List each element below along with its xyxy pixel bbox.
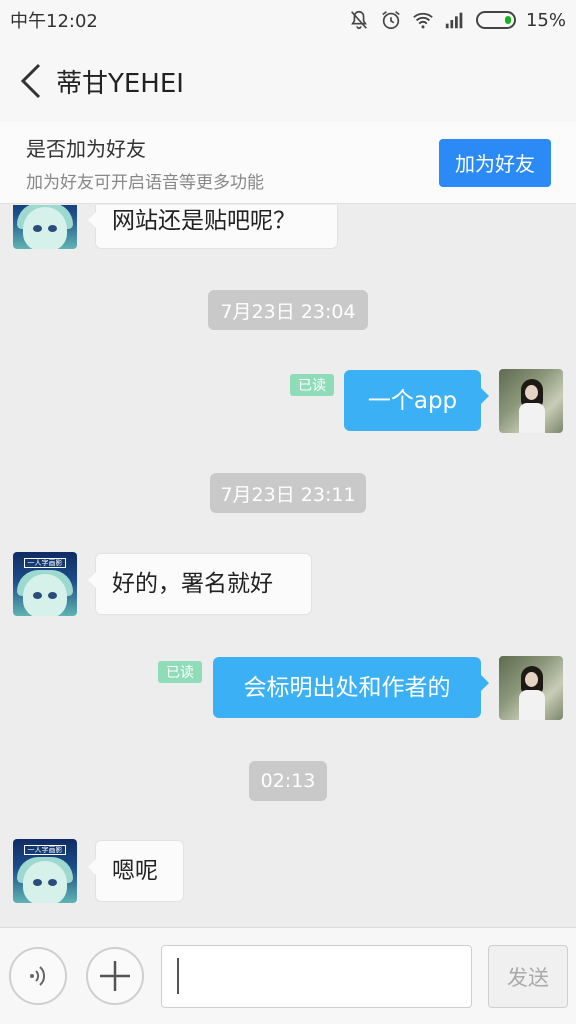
status-bar: 中午12:02 15%: [0, 0, 576, 40]
add-friend-button[interactable]: 加为好友: [439, 138, 551, 187]
wifi-icon: [413, 12, 433, 29]
message-bubble-incoming[interactable]: 好的，署名就好: [88, 553, 312, 615]
status-time: 中午12:02: [10, 11, 98, 32]
read-badge: 已读: [290, 374, 334, 396]
contact-avatar[interactable]: 一人字画影: [13, 552, 77, 616]
banner-title: 是否加为好友: [26, 136, 146, 161]
status-icons: 15%: [348, 9, 566, 31]
back-button[interactable]: [6, 40, 56, 122]
contact-avatar[interactable]: [13, 205, 77, 249]
voice-icon: [30, 966, 46, 986]
banner-text: 是否加为好友 加为好友可开启语音等更多功能: [26, 133, 264, 193]
banner-subtitle: 加为好友可开启语音等更多功能: [26, 172, 264, 193]
message-bubble-outgoing[interactable]: 会标明出处和作者的: [213, 657, 489, 718]
chat-title: 蒂甘YEHEI: [56, 68, 184, 99]
battery-icon: [475, 11, 516, 29]
alarm-icon: [382, 11, 400, 30]
message-bubble-incoming[interactable]: 网站还是贴吧呢？: [88, 205, 338, 249]
message-timestamp: 02:13: [249, 761, 327, 801]
message-timestamp: 7月23日 23:04: [208, 290, 368, 330]
chat-area[interactable]: 网站还是贴吧呢？ 7月23日 23:04 已读 一个app 7月23日 23:1…: [0, 205, 576, 927]
input-bar: 发送: [0, 927, 576, 1024]
my-avatar[interactable]: [499, 656, 563, 720]
battery-percent: 15%: [525, 9, 566, 31]
add-friend-banner: 是否加为好友 加为好友可开启语音等更多功能 加为好友: [0, 122, 576, 204]
my-avatar[interactable]: [499, 369, 563, 433]
message-input[interactable]: [161, 945, 472, 1008]
back-chevron-icon: [20, 63, 41, 99]
text-caret: [177, 958, 179, 994]
avatar-tag: 一人字画影: [24, 845, 66, 855]
signal-icon: [445, 12, 463, 29]
read-badge: 已读: [158, 661, 202, 683]
message-timestamp: 7月23日 23:11: [210, 473, 366, 513]
mute-bell-icon: [351, 10, 367, 30]
send-button[interactable]: 发送: [488, 945, 568, 1008]
more-options-button[interactable]: [86, 947, 144, 1005]
plus-icon: [100, 961, 130, 991]
message-bubble-outgoing[interactable]: 一个app: [344, 370, 489, 431]
message-bubble-incoming[interactable]: 嗯呢: [88, 840, 184, 902]
chat-header: 蒂甘YEHEI: [0, 40, 576, 122]
voice-button[interactable]: [9, 947, 67, 1005]
contact-avatar[interactable]: 一人字画影: [13, 839, 77, 903]
avatar-tag: 一人字画影: [24, 558, 66, 568]
